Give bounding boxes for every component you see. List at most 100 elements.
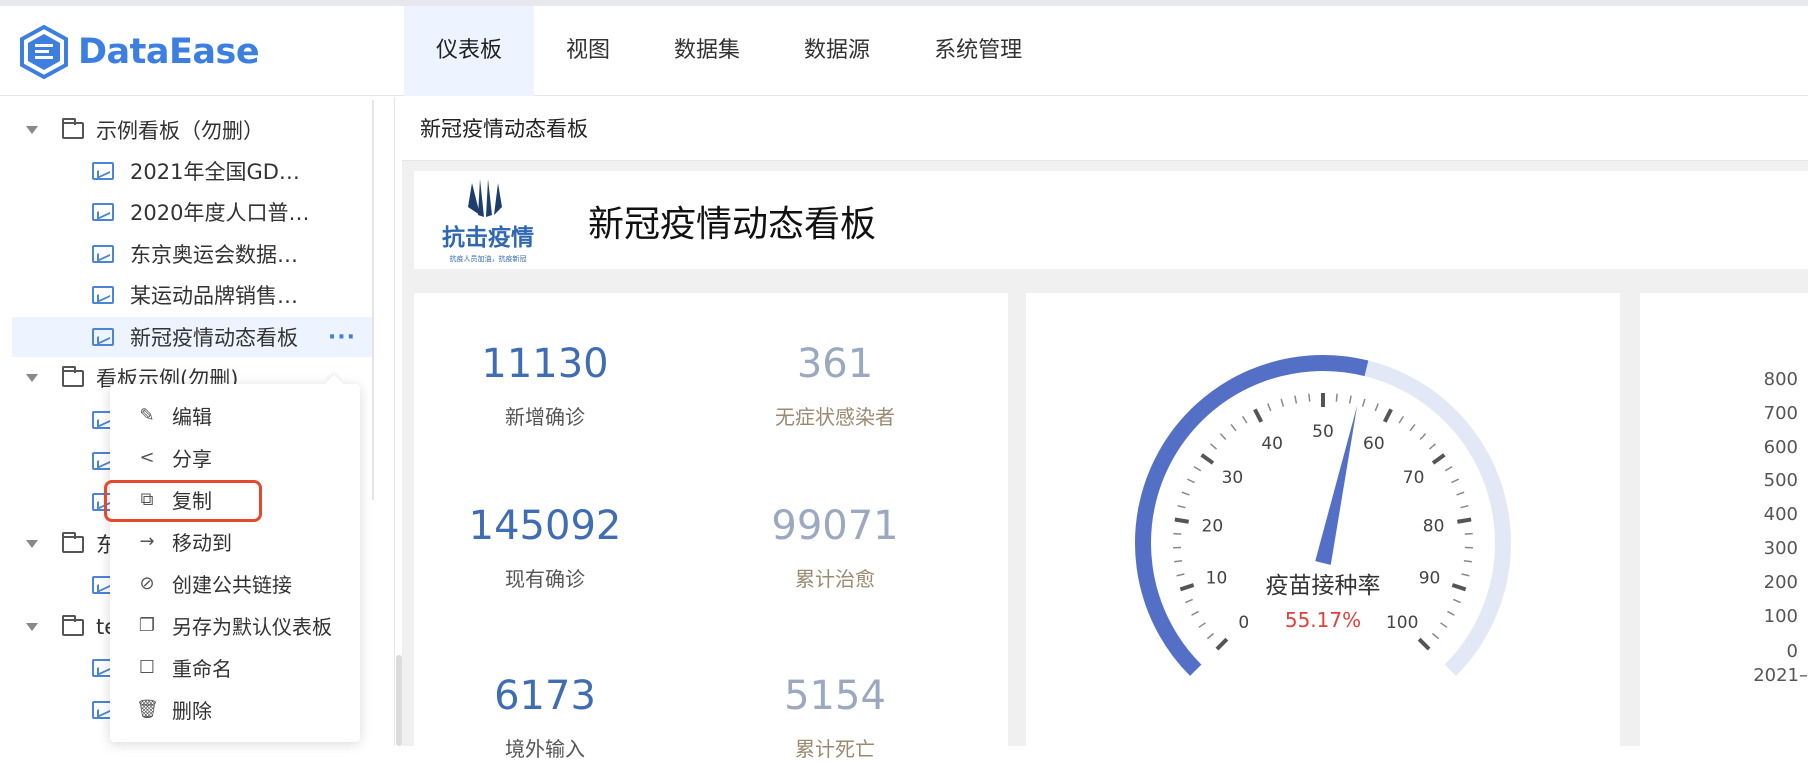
gauge-minor-tick xyxy=(1194,467,1201,471)
tree-item[interactable]: 2020年度人口普… xyxy=(92,192,309,232)
dashboard-icon xyxy=(92,328,114,346)
nav-system[interactable]: 系统管理 xyxy=(902,6,1054,96)
dashboard-icon xyxy=(92,286,114,304)
caret-down-icon[interactable] xyxy=(26,126,38,134)
tree-folder[interactable]: 东 xyxy=(26,524,117,564)
gauge-tick-label: 90 xyxy=(1419,569,1441,589)
logo-text: 抗击疫情 xyxy=(442,224,534,251)
gauge-major-tick xyxy=(1433,455,1444,463)
gauge-major-tick xyxy=(1217,639,1227,649)
gauge-minor-tick xyxy=(1231,424,1236,430)
menu-share[interactable]: < 分享 xyxy=(110,436,360,478)
tree-folder[interactable]: te xyxy=(26,607,117,647)
gauge-tick-label: 20 xyxy=(1202,516,1224,536)
edit-icon: ✎ xyxy=(136,405,158,426)
gauge-tick-label: 70 xyxy=(1403,468,1425,488)
menu-label: 分享 xyxy=(172,443,212,472)
gauge-tick-label: 60 xyxy=(1363,434,1385,454)
main-nav: 仪表板 视图 数据集 数据源 系统管理 xyxy=(404,6,1054,96)
menu-save-default[interactable]: ❐ 另存为默认仪表板 xyxy=(110,604,360,646)
gauge-minor-tick xyxy=(1295,396,1296,404)
menu-edit[interactable]: ✎ 编辑 xyxy=(110,394,360,436)
stat-label: 现有确诊 xyxy=(445,563,645,592)
folder-icon xyxy=(62,536,84,553)
gauge-minor-tick xyxy=(1453,599,1460,602)
gauge-minor-tick xyxy=(1173,534,1181,535)
dashboard-icon xyxy=(92,162,114,180)
gauge-minor-tick xyxy=(1420,434,1425,440)
gauge-minor-tick xyxy=(1440,623,1447,627)
logo-subtext: 抗疫人员加油，抗疫新冠 xyxy=(450,254,527,263)
menu-delete[interactable]: 🗑 删除 xyxy=(110,688,360,730)
sidebar-divider[interactable] xyxy=(394,97,395,746)
tree-item[interactable]: 某运动品牌销售… xyxy=(92,275,298,315)
menu-label: 创建公共链接 xyxy=(172,569,292,598)
caret-down-icon[interactable] xyxy=(26,374,38,382)
nav-view[interactable]: 视图 xyxy=(534,6,642,96)
gauge-minor-tick xyxy=(1207,634,1213,639)
tree-folder-samples[interactable]: 示例看板（勿删） xyxy=(26,110,264,150)
stat-total-deaths: 5154 累计死亡 xyxy=(735,673,935,762)
gauge-title: 疫苗接种率 xyxy=(1266,573,1381,599)
gauge-value: 55.17% xyxy=(1285,608,1361,632)
gauge-major-tick xyxy=(1385,409,1391,421)
gauge-minor-tick xyxy=(1199,623,1206,627)
stat-label: 累计治愈 xyxy=(735,563,935,592)
gauge-minor-tick xyxy=(1210,444,1216,449)
stat-value: 145092 xyxy=(445,503,645,549)
stat-label: 新增确诊 xyxy=(445,401,645,430)
line-chart-panel: 800 700 600 500 400 300 200 100 0 2021– xyxy=(1640,293,1808,746)
context-menu: ✎ 编辑 < 分享 ⧉ 复制 → 移动到 ⊘ 创建公共链接 ❐ 另存为默认仪表板… xyxy=(110,384,360,742)
gauge-tick-label: 40 xyxy=(1261,434,1283,454)
gauge-minor-tick xyxy=(1182,492,1190,495)
more-icon[interactable]: ··· xyxy=(328,325,356,350)
gauge-minor-tick xyxy=(1220,434,1225,440)
gauge-minor-tick xyxy=(1185,599,1192,602)
caret-down-icon[interactable] xyxy=(26,623,38,631)
caret-down-icon[interactable] xyxy=(26,540,38,548)
stat-value: 11130 xyxy=(445,341,645,387)
menu-move[interactable]: → 移动到 xyxy=(110,520,360,562)
logo[interactable]: DataEase xyxy=(18,24,259,80)
nav-dashboard[interactable]: 仪表板 xyxy=(404,6,534,96)
gauge-major-tick xyxy=(1180,585,1193,589)
y-tick-label: 800 xyxy=(1764,369,1798,390)
gauge-tick-label: 30 xyxy=(1222,468,1244,488)
link-icon: ⊘ xyxy=(136,573,158,594)
gauge-minor-tick xyxy=(1430,444,1436,449)
tree-item[interactable]: 东京奥运会数据… xyxy=(92,234,298,274)
stat-value: 6173 xyxy=(445,673,645,719)
stat-value: 99071 xyxy=(735,503,935,549)
gauge-minor-tick xyxy=(1178,506,1186,508)
menu-label: 编辑 xyxy=(172,401,212,430)
dashboard-icon xyxy=(92,245,114,263)
dashboard-content: 新冠疫情动态看板 抗击疫情 抗疫人员加油，抗疫新冠 新冠疫情动态看板 11130… xyxy=(402,97,1808,746)
gauge-minor-tick xyxy=(1243,416,1247,423)
tree-item-label: 2020年度人口普… xyxy=(130,197,309,227)
stat-label: 累计死亡 xyxy=(735,733,935,762)
menu-rename[interactable]: ☐ 重命名 xyxy=(110,646,360,688)
nav-dataset[interactable]: 数据集 xyxy=(642,6,772,96)
folder-icon xyxy=(62,122,84,139)
stat-total-cured: 99071 累计治愈 xyxy=(735,503,935,592)
gauge-minor-tick xyxy=(1465,534,1473,535)
tree-item[interactable]: 2021年全国GD… xyxy=(92,151,300,191)
gauge-major-tick xyxy=(1175,520,1189,522)
stat-label: 无症状感染者 xyxy=(735,401,935,430)
share-icon: < xyxy=(136,447,158,468)
tree-item-selected[interactable]: 新冠疫情动态看板 ··· xyxy=(12,317,372,357)
gauge-major-tick xyxy=(1419,639,1429,649)
gauge-minor-tick xyxy=(1281,399,1283,407)
gauge-major-tick xyxy=(1457,520,1471,522)
tree-item-label: 某运动品牌销售… xyxy=(130,280,298,310)
y-tick-label: 0 xyxy=(1787,641,1798,662)
dataease-logo-icon xyxy=(18,24,70,80)
menu-label: 另存为默认仪表板 xyxy=(172,611,332,640)
gauge-minor-tick xyxy=(1309,394,1310,402)
nav-datasource[interactable]: 数据源 xyxy=(772,6,902,96)
gauge-minor-tick xyxy=(1268,404,1271,411)
menu-public-link[interactable]: ⊘ 创建公共链接 xyxy=(110,562,360,604)
tree-item-label: 新冠疫情动态看板 xyxy=(130,322,298,352)
folder-label: 示例看板（勿删） xyxy=(96,115,264,145)
y-tick-label: 100 xyxy=(1764,606,1798,627)
